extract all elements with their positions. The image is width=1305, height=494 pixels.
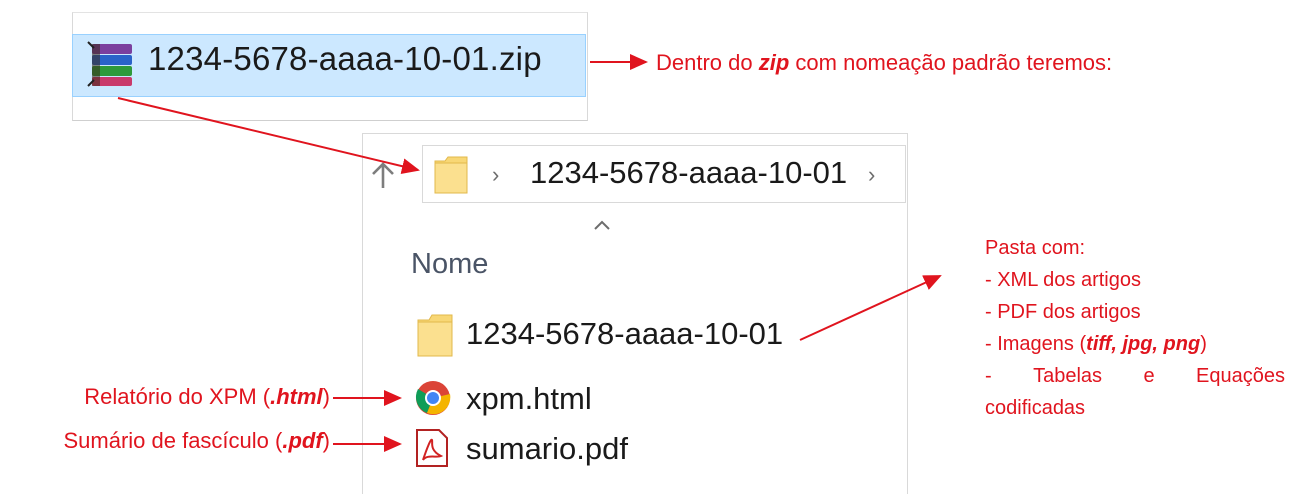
arrow-zip-to-folder — [117, 97, 420, 175]
annotation-arrows — [117, 54, 942, 452]
arrow-folder-note — [799, 275, 942, 341]
